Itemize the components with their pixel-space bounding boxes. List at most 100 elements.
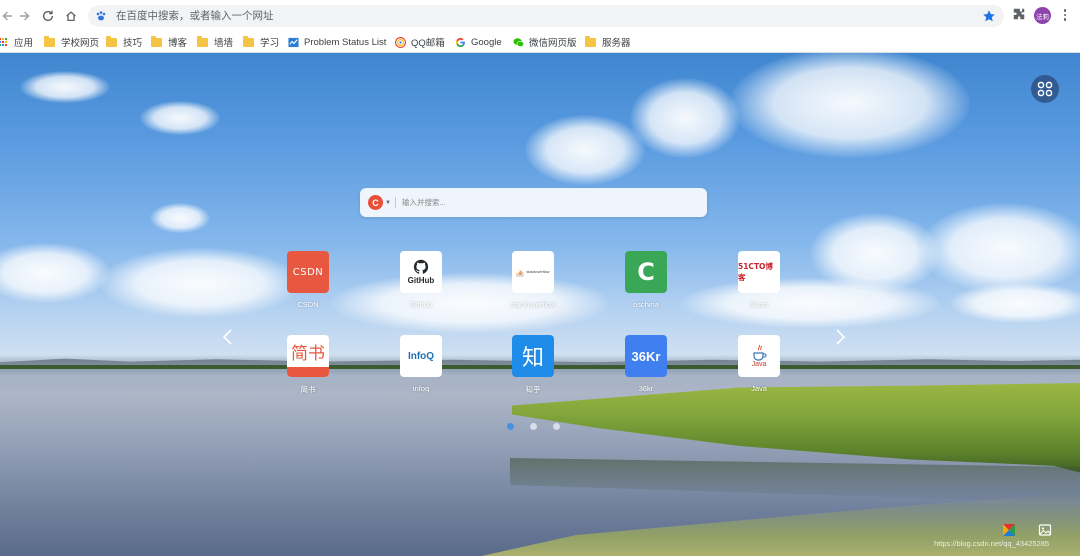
apps-menu-button[interactable] (1031, 75, 1059, 103)
quicklink-label: infoq (412, 384, 430, 393)
zhihu-logo-text: 知 (521, 346, 544, 371)
folder-icon (151, 35, 162, 47)
stackoverflow-logo: stackoverflow (512, 251, 554, 293)
google-icon (455, 37, 465, 47)
forward-button[interactable] (14, 5, 36, 27)
chevron-left-icon (222, 329, 232, 345)
quicklink-label: 知乎 (525, 385, 541, 394)
profile-avatar[interactable]: 法莉 (1034, 7, 1051, 24)
caret-down-icon[interactable]: ▼ (385, 200, 391, 206)
bookmark-folder-wall[interactable]: 墙墙 (197, 34, 233, 50)
bookmark-folder-study[interactable]: 学习 (243, 34, 279, 50)
omnibox-input[interactable] (116, 10, 956, 22)
next-page-button[interactable] (833, 326, 849, 348)
51cto-logo: 51CTO博客 (738, 251, 780, 293)
wallpaper-cloud (140, 101, 220, 135)
jianshu-logo-band (287, 367, 329, 377)
bookmark-star-icon[interactable] (982, 9, 996, 23)
wallpaper-cloud (330, 273, 610, 333)
chevron-right-icon (836, 329, 846, 345)
csdn-logo-text: CSDN (292, 266, 324, 278)
bookmark-google[interactable]: Google (455, 34, 502, 50)
search-box[interactable]: C ▼ (360, 188, 707, 217)
qq-mail-icon (395, 36, 406, 48)
bookmark-label: QQ邮箱 (411, 38, 445, 49)
wallpaper-cloud (680, 278, 940, 328)
quicklink-infoq[interactable]: InfoQ infoq (386, 335, 456, 393)
quicklink-java[interactable]: Java Java (724, 335, 794, 393)
51cto-logo-text: 51CTO博客 (738, 262, 773, 282)
bookmark-label: 技巧 (123, 38, 143, 49)
bookmark-label: 学习 (260, 38, 280, 49)
bookmark-label: 博客 (168, 38, 188, 49)
folder-icon (197, 35, 208, 47)
stackoverflow-logo-text: stackoverflow (526, 270, 550, 274)
folder-icon (106, 35, 117, 47)
bookmark-label: 应用 (14, 38, 34, 49)
bookmark-folder-school[interactable]: 学校网页 (44, 34, 99, 50)
github-logo: GitHub (400, 251, 442, 293)
wechat-icon (513, 37, 524, 47)
csdn-logo: CSDN (287, 251, 329, 293)
search-input[interactable] (401, 198, 692, 207)
quicklink-label: 36kr (638, 384, 654, 393)
quicklink-label: CSDN (297, 300, 319, 309)
grid-icon (1037, 81, 1053, 97)
omnibox[interactable] (88, 5, 1004, 27)
colorful-logo-icon[interactable] (1002, 523, 1016, 537)
problem-status-icon (288, 37, 299, 47)
bookmarks-bar: 应用 学校网页 技巧 博客 墙墙 学习 Problem Status List … (0, 31, 1080, 53)
folder-icon (44, 35, 55, 47)
home-button[interactable] (60, 5, 82, 27)
jianshu-logo: 简书 (287, 335, 329, 377)
prev-page-button[interactable] (219, 326, 235, 348)
browser-toolbar: 法莉 (0, 0, 1080, 31)
java-logo-text: Java (751, 361, 767, 368)
extensions-puzzle-icon[interactable] (1012, 7, 1026, 21)
page-dot-2[interactable] (530, 423, 537, 430)
quicklink-jianshu[interactable]: 简书 简书 (273, 335, 343, 395)
page-dot-3[interactable] (553, 423, 560, 430)
wallpaper-cloud (150, 203, 210, 233)
quicklink-label: Java (751, 384, 767, 393)
infoq-logo: InfoQ (400, 335, 442, 377)
reload-button[interactable] (37, 5, 59, 27)
arrow-right-icon (19, 11, 30, 21)
bookmark-folder-blog[interactable]: 博客 (151, 34, 187, 50)
bookmark-qq-mail[interactable]: QQ邮箱 (395, 34, 445, 50)
quicklink-zhihu[interactable]: 知 知乎 (498, 335, 568, 395)
bookmark-apps[interactable]: 应用 (0, 34, 33, 50)
wallpaper-cloud (950, 283, 1080, 323)
quicklink-stackoverflow[interactable]: stackoverflow stackoverflow (498, 251, 568, 309)
36kr-logo-text: 36Kr (631, 348, 661, 364)
quicklink-oschina[interactable]: C oschina (611, 251, 681, 309)
page-dot-1[interactable] (507, 423, 514, 430)
wallpaper-cloud (920, 203, 1080, 293)
quicklink-github[interactable]: GitHub Github (386, 251, 456, 309)
apps-grid-icon (0, 37, 8, 47)
home-icon (66, 11, 76, 22)
bookmark-problem-status[interactable]: Problem Status List (288, 34, 386, 50)
oschina-logo-text: C (637, 258, 655, 286)
folder-icon (585, 35, 596, 47)
zhihu-logo: 知 (512, 335, 554, 377)
quicklink-36kr[interactable]: 36Kr 36kr (611, 335, 681, 393)
blog-watermark: https://blog.csdn.net/qq_43425285 (934, 539, 1050, 548)
bookmark-wechat[interactable]: 微信网页版 (513, 34, 577, 50)
wallpaper-cloud (525, 115, 645, 185)
quicklink-label: oschina (633, 300, 659, 309)
bookmark-folder-tips[interactable]: 技巧 (106, 34, 142, 50)
stackoverflow-icon (516, 270, 524, 277)
wallpaper-image-icon[interactable] (1038, 523, 1052, 537)
quicklink-label: stackoverflow (510, 300, 556, 309)
search-engine-selector[interactable]: C (368, 195, 383, 210)
quicklink-label: Github (409, 300, 433, 309)
quicklink-csdn[interactable]: CSDN CSDN (273, 251, 343, 309)
browser-menu-button[interactable] (1058, 8, 1072, 22)
bookmark-folder-server[interactable]: 服务器 (585, 34, 631, 50)
wallpaper-cloud (0, 243, 110, 303)
bookmark-label: 服务器 (602, 38, 631, 49)
quicklink-51cto[interactable]: 51CTO博客 51cto (724, 251, 794, 309)
quicklink-label: 简书 (300, 385, 316, 394)
infoq-logo-text: InfoQ (407, 350, 435, 362)
